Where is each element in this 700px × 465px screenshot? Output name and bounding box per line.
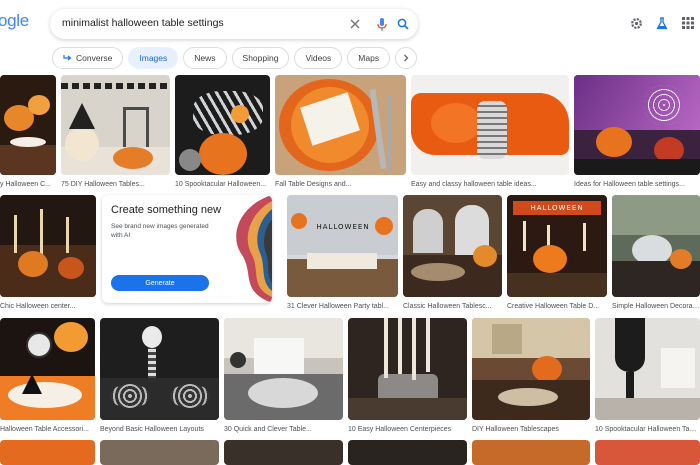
result-thumbnail xyxy=(411,75,569,175)
result-caption: Easy and classy halloween table ideas... xyxy=(411,181,537,188)
result-caption: Simple Halloween Decorati... xyxy=(612,303,700,310)
result-thumbnail xyxy=(275,75,406,175)
result-thumbnail xyxy=(574,75,700,175)
create-something-new-card: Create something new See brand new image… xyxy=(102,195,272,303)
image-result[interactable]: Easy and classy halloween table ideas... xyxy=(411,75,569,190)
result-caption: Creative Halloween Table D... xyxy=(507,303,600,310)
result-thumbnail xyxy=(224,318,343,420)
chip-images[interactable]: Images xyxy=(128,47,179,69)
image-result[interactable]: y Halloween C... xyxy=(0,75,56,190)
image-result[interactable]: Ideas for Halloween table settings... xyxy=(574,75,700,190)
chip-label: Images xyxy=(139,53,168,63)
chip-videos[interactable]: Videos xyxy=(294,47,343,69)
chip-converse[interactable]: Converse xyxy=(52,47,124,69)
search-bar[interactable]: minimalist halloween table settings xyxy=(50,9,418,39)
image-result[interactable]: HALLOWEEN 31 Clever Halloween Party tabl… xyxy=(287,195,398,312)
result-thumbnail xyxy=(0,318,95,420)
result-thumbnail xyxy=(472,440,590,465)
image-result[interactable]: 10 Spooktacular Halloween Tabl... xyxy=(595,318,700,435)
image-result[interactable]: 10 Easy Halloween Centerpieces xyxy=(348,318,467,435)
result-thumbnail xyxy=(348,318,467,420)
search-input[interactable]: minimalist halloween table settings xyxy=(62,17,224,29)
result-caption: Halloween Table Accessori... xyxy=(0,426,89,433)
chip-label: Videos xyxy=(305,53,332,63)
result-caption: 30 Quick and Clever Table... xyxy=(224,426,312,433)
chip-label: Maps xyxy=(358,53,380,63)
result-thumbnail xyxy=(100,318,219,420)
image-result[interactable]: HALLOWEEN Creative Halloween Table D... xyxy=(507,195,607,312)
result-thumbnail xyxy=(0,195,96,297)
result-thumbnail xyxy=(100,440,219,465)
chip-maps[interactable]: Maps xyxy=(347,47,391,69)
image-result[interactable]: Fall Table Designs and... xyxy=(275,75,406,190)
chip-label: News xyxy=(194,53,216,63)
result-caption: Beyond Basic Halloween Layouts xyxy=(100,426,204,433)
image-result[interactable] xyxy=(224,440,343,465)
result-thumbnail xyxy=(595,440,700,465)
result-caption: Chic Halloween center... xyxy=(0,303,76,310)
image-result[interactable]: 30 Quick and Clever Table... xyxy=(224,318,343,435)
result-caption: 10 Spooktacular Halloween... xyxy=(175,181,267,188)
result-thumbnail: HALLOWEEN xyxy=(507,195,607,297)
halloween-banner: HALLOWEEN xyxy=(513,201,601,215)
image-result[interactable] xyxy=(595,440,700,465)
image-result[interactable] xyxy=(0,440,95,465)
image-result[interactable] xyxy=(100,440,219,465)
halloween-garland: HALLOWEEN xyxy=(316,223,370,231)
result-thumbnail xyxy=(175,75,270,175)
result-thumbnail xyxy=(403,195,502,297)
generate-button[interactable]: Generate xyxy=(111,275,209,291)
image-result[interactable]: DIY Halloween Tablescapes xyxy=(472,318,590,435)
result-thumbnail xyxy=(612,195,700,297)
result-thumbnail xyxy=(0,440,95,465)
microphone-icon[interactable] xyxy=(374,16,390,32)
result-thumbnail xyxy=(595,318,700,420)
labs-flask-icon[interactable] xyxy=(654,15,670,31)
settings-gear-icon[interactable] xyxy=(628,15,644,31)
google-logo[interactable]: ogle xyxy=(0,11,29,31)
result-caption: 10 Easy Halloween Centerpieces xyxy=(348,426,452,433)
apps-grid-icon[interactable] xyxy=(680,15,696,31)
chip-label: Converse xyxy=(76,53,113,63)
result-thumbnail xyxy=(224,440,343,465)
image-result[interactable]: Halloween Table Accessori... xyxy=(0,318,95,435)
image-result[interactable]: 75 DIY Halloween Tables... xyxy=(61,75,170,190)
image-result[interactable] xyxy=(348,440,467,465)
result-caption: 10 Spooktacular Halloween Tabl... xyxy=(595,426,700,433)
image-result[interactable]: Beyond Basic Halloween Layouts xyxy=(100,318,219,435)
result-caption: DIY Halloween Tablescapes xyxy=(472,426,559,433)
clear-icon[interactable] xyxy=(347,16,363,32)
ai-art-swirl-icon xyxy=(236,195,272,303)
result-caption: Ideas for Halloween table settings... xyxy=(574,181,685,188)
image-result[interactable] xyxy=(472,440,590,465)
chevron-right-icon xyxy=(404,54,409,62)
result-caption: 75 DIY Halloween Tables... xyxy=(61,181,145,188)
result-caption: Fall Table Designs and... xyxy=(275,181,352,188)
result-thumbnail xyxy=(61,75,170,175)
chip-label: Shopping xyxy=(242,53,279,63)
result-thumbnail: HALLOWEEN xyxy=(287,195,398,297)
result-thumbnail xyxy=(472,318,590,420)
create-card-description: See brand new images generated with AI xyxy=(111,223,209,239)
result-caption: 31 Clever Halloween Party tabl... xyxy=(287,303,389,310)
filter-chips: Converse Images News Shopping Videos Map… xyxy=(52,47,418,69)
image-result[interactable]: Classic Halloween Tablesc... xyxy=(403,195,502,312)
create-card-title: Create something new xyxy=(111,204,222,216)
result-caption: Classic Halloween Tablesc... xyxy=(403,303,492,310)
result-caption: y Halloween C... xyxy=(0,181,51,188)
image-result[interactable]: 10 Spooktacular Halloween... xyxy=(175,75,270,190)
image-result[interactable]: Simple Halloween Decorati... xyxy=(612,195,700,312)
chip-news[interactable]: News xyxy=(183,47,227,69)
search-icon[interactable] xyxy=(395,16,411,32)
image-result[interactable]: Chic Halloween center... xyxy=(0,195,96,312)
result-thumbnail xyxy=(0,75,56,175)
chips-more-button[interactable] xyxy=(395,47,418,69)
result-thumbnail xyxy=(348,440,467,465)
chip-shopping[interactable]: Shopping xyxy=(231,47,290,69)
converse-arrow-icon xyxy=(63,54,72,62)
